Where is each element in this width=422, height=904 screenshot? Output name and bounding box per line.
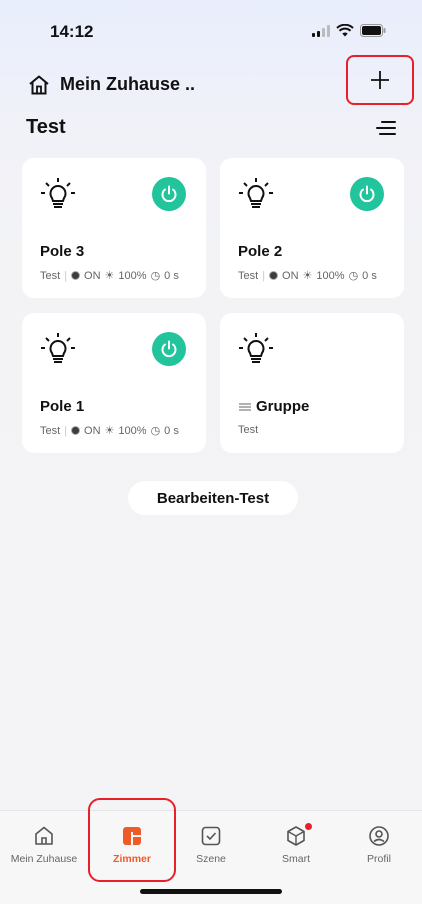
group-card[interactable]: Gruppe Test [220, 313, 404, 453]
device-state: ON [84, 269, 101, 282]
device-state: ON [84, 424, 101, 437]
divider: | [262, 269, 266, 282]
header: Mein Zuhause .. [0, 55, 422, 112]
bulb-icon [40, 176, 76, 217]
device-card[interactable]: Pole 1 Test | ON ☀ 100% ◷ 0 s [22, 313, 206, 453]
room-header: Test [0, 112, 422, 148]
tab-scene[interactable]: Szene [171, 825, 251, 865]
device-room: Test [238, 269, 259, 282]
power-toggle[interactable] [152, 177, 186, 211]
on-state-icon [71, 271, 81, 280]
device-card[interactable]: Pole 2 Test | ON ☀ 100% ◷ 0 s [220, 158, 404, 298]
tab-label: Szene [196, 853, 226, 865]
bulb-icon [238, 331, 274, 372]
device-brightness: 100% [316, 269, 345, 282]
home-selector[interactable]: Mein Zuhause .. [28, 74, 195, 95]
home-name: Mein Zuhause .. [60, 74, 196, 94]
device-timer: 0 s [164, 424, 179, 437]
plus-icon [371, 71, 389, 89]
device-brightness: 100% [118, 424, 147, 437]
group-name: Gruppe [256, 398, 310, 415]
tab-home[interactable]: Mein Zuhause [4, 825, 84, 865]
home-icon [29, 75, 49, 94]
divider: | [64, 424, 68, 437]
profile-icon [369, 826, 389, 846]
status-time: 14:12 [50, 22, 94, 41]
device-card[interactable]: Pole 3 Test | ON ☀ 100% ◷ 0 s [22, 158, 206, 298]
device-brightness: 100% [118, 269, 147, 282]
power-icon [161, 185, 177, 203]
device-room: Test [40, 424, 61, 437]
home-indicator [140, 889, 282, 894]
device-timer: 0 s [362, 269, 377, 282]
group-room: Test [238, 424, 259, 436]
device-name: Pole 1 [40, 398, 85, 415]
tab-smart[interactable]: Smart [256, 823, 336, 865]
active-tab-highlight [88, 798, 176, 882]
bulb-icon [238, 176, 274, 217]
bulb-icon [40, 331, 76, 372]
status-bar: 14:12 [0, 0, 422, 60]
tab-label: Profil [367, 853, 391, 865]
brightness-icon: ☀ [104, 270, 115, 282]
device-state: ON [282, 269, 299, 282]
menu-icon[interactable] [376, 120, 396, 141]
brightness-icon: ☀ [302, 270, 313, 282]
on-state-icon [269, 271, 279, 280]
group-icon [239, 402, 251, 411]
add-button[interactable] [346, 55, 414, 105]
timer-icon: ◷ [150, 270, 161, 282]
device-meta: Test | ON ☀ 100% ◷ 0 s [40, 424, 179, 438]
device-timer: 0 s [164, 269, 179, 282]
power-toggle[interactable] [350, 177, 384, 211]
signal-icon [312, 24, 330, 37]
tab-profile[interactable]: Profil [339, 825, 419, 865]
home-icon [35, 826, 53, 845]
device-meta: Test | ON ☀ 100% ◷ 0 s [40, 269, 179, 283]
device-name: Pole 2 [238, 243, 283, 260]
notification-dot [305, 823, 312, 830]
on-state-icon [71, 426, 81, 435]
timer-icon: ◷ [150, 425, 161, 437]
device-meta: Test | ON ☀ 100% ◷ 0 s [238, 269, 377, 283]
tab-label: Mein Zuhause [10, 853, 78, 865]
device-name: Pole 3 [40, 243, 85, 260]
wifi-icon [336, 24, 354, 37]
power-toggle[interactable] [152, 332, 186, 366]
brightness-icon: ☀ [104, 425, 115, 437]
status-icons [312, 24, 386, 37]
tab-label: Smart [281, 853, 310, 865]
edit-room-button[interactable]: Bearbeiten-Test [128, 481, 298, 515]
device-room: Test [40, 269, 61, 282]
battery-icon [360, 24, 386, 37]
power-icon [161, 340, 177, 358]
power-icon [359, 185, 375, 203]
group-name-row: Gruppe [238, 398, 309, 415]
divider: | [64, 269, 68, 282]
timer-icon: ◷ [348, 270, 359, 282]
smart-icon [287, 826, 305, 846]
scene-icon [201, 826, 221, 846]
room-title: Test [26, 116, 66, 138]
